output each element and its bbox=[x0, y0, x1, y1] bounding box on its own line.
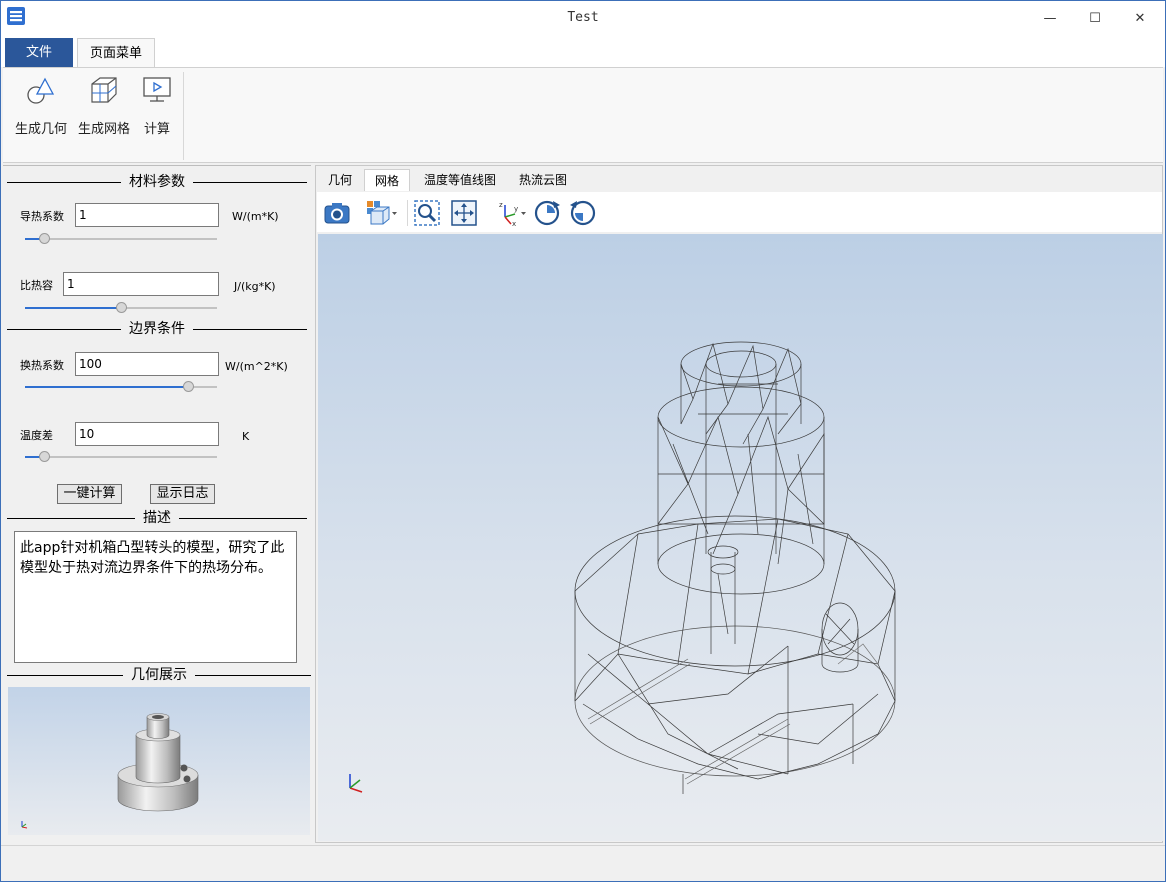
viewer-panel: 几何 网格 温度等值线图 热流云图 z y x bbox=[315, 165, 1163, 843]
boundary-section-title: 边界条件 bbox=[121, 321, 193, 337]
toolbar-separator bbox=[407, 200, 408, 226]
mini-axes-icon bbox=[21, 821, 28, 829]
htc-unit: W/(m^2*K) bbox=[225, 360, 288, 373]
fit-view-icon[interactable] bbox=[450, 199, 478, 227]
generate-geometry-button[interactable]: 生成几何 bbox=[15, 74, 67, 137]
svg-text:z: z bbox=[499, 201, 503, 209]
htc-input[interactable] bbox=[75, 352, 219, 376]
menu-tab-file[interactable]: 文件 bbox=[5, 38, 73, 68]
maximize-button[interactable]: ☐ bbox=[1072, 1, 1118, 35]
heat-capacity-label: 比热容 bbox=[20, 279, 53, 292]
viewport-axes-icon bbox=[349, 774, 363, 793]
left-panel: 材料参数 导热系数 W/(m*K) 比热容 J/(kg*K) 边界条件 换热系数… bbox=[3, 165, 311, 841]
geometry-section-header: 几何展示 bbox=[7, 667, 311, 683]
one-click-compute-button[interactable]: 一键计算 bbox=[57, 484, 122, 504]
view-cube-icon[interactable] bbox=[363, 199, 399, 227]
menu-tab-page[interactable]: 页面菜单 bbox=[77, 38, 155, 68]
temp-diff-slider[interactable] bbox=[25, 450, 217, 464]
geometry-section-title: 几何展示 bbox=[123, 667, 195, 683]
app-window: Test — ☐ ✕ 文件 页面菜单 生成几何 生成网格 计算 材料参数 导热系… bbox=[0, 0, 1166, 882]
ribbon: 生成几何 生成网格 计算 bbox=[3, 67, 1163, 163]
description-section-title: 描述 bbox=[135, 510, 179, 526]
slider-thumb[interactable] bbox=[39, 233, 51, 244]
svg-text:x: x bbox=[512, 220, 516, 227]
conductivity-label: 导热系数 bbox=[20, 210, 64, 223]
htc-slider[interactable] bbox=[25, 380, 217, 394]
conductivity-unit: W/(m*K) bbox=[232, 210, 279, 223]
axes-icon[interactable]: z y x bbox=[495, 199, 529, 227]
description-section-header: 描述 bbox=[7, 510, 307, 526]
heat-capacity-slider[interactable] bbox=[25, 301, 217, 315]
temp-diff-input[interactable] bbox=[75, 422, 219, 446]
mesh-cube-icon bbox=[91, 77, 117, 103]
conductivity-slider[interactable] bbox=[25, 232, 217, 246]
temp-diff-label: 温度差 bbox=[20, 429, 53, 442]
tab-heat-flux-cloud[interactable]: 热流云图 bbox=[510, 169, 576, 191]
tab-mesh[interactable]: 网格 bbox=[364, 169, 410, 191]
tab-temperature-contour[interactable]: 温度等值线图 bbox=[414, 169, 506, 191]
title-bar: Test — ☐ ✕ bbox=[1, 1, 1165, 35]
svg-text:y: y bbox=[514, 205, 518, 213]
generate-geometry-label: 生成几何 bbox=[15, 122, 68, 137]
geometry-shapes-icon bbox=[27, 77, 55, 104]
htc-label: 换热系数 bbox=[20, 359, 64, 372]
geometry-model-render bbox=[21, 713, 199, 829]
geometry-preview[interactable] bbox=[8, 687, 310, 835]
close-button[interactable]: ✕ bbox=[1117, 1, 1163, 35]
menu-bar: 文件 页面菜单 bbox=[1, 35, 1165, 68]
rotate-cw-icon[interactable] bbox=[533, 199, 561, 227]
3d-viewport[interactable] bbox=[318, 234, 1163, 841]
heat-capacity-unit: J/(kg*K) bbox=[234, 280, 276, 293]
rotate-ccw-icon[interactable] bbox=[569, 199, 597, 227]
viewer-toolbar: z y x bbox=[317, 192, 1162, 232]
monitor-play-icon bbox=[143, 77, 171, 102]
boundary-section-header: 边界条件 bbox=[7, 321, 307, 337]
slider-thumb[interactable] bbox=[183, 381, 195, 392]
ribbon-separator bbox=[183, 72, 184, 160]
temp-diff-unit: K bbox=[242, 430, 250, 443]
minimize-button[interactable]: — bbox=[1027, 1, 1073, 35]
material-section-title: 材料参数 bbox=[121, 174, 193, 190]
description-text[interactable]: 此app针对机箱凸型转头的模型，研究了此模型处于热对流边界条件下的热场分布。 bbox=[14, 531, 297, 663]
show-log-button[interactable]: 显示日志 bbox=[150, 484, 215, 504]
heat-capacity-input[interactable] bbox=[63, 272, 219, 296]
generate-mesh-button[interactable]: 生成网格 bbox=[78, 74, 130, 137]
conductivity-input[interactable] bbox=[75, 203, 219, 227]
compute-button[interactable]: 计算 bbox=[141, 74, 173, 137]
material-section-header: 材料参数 bbox=[7, 174, 307, 190]
window-title: Test bbox=[567, 10, 599, 25]
mesh-wireframe-render bbox=[349, 341, 896, 794]
status-bar bbox=[1, 845, 1165, 881]
tab-geometry[interactable]: 几何 bbox=[320, 169, 360, 191]
zoom-box-icon[interactable] bbox=[413, 199, 441, 227]
generate-mesh-label: 生成网格 bbox=[78, 122, 131, 137]
slider-thumb[interactable] bbox=[116, 302, 127, 313]
compute-label: 计算 bbox=[143, 122, 170, 137]
slider-thumb[interactable] bbox=[39, 451, 51, 462]
camera-icon[interactable] bbox=[323, 199, 351, 227]
